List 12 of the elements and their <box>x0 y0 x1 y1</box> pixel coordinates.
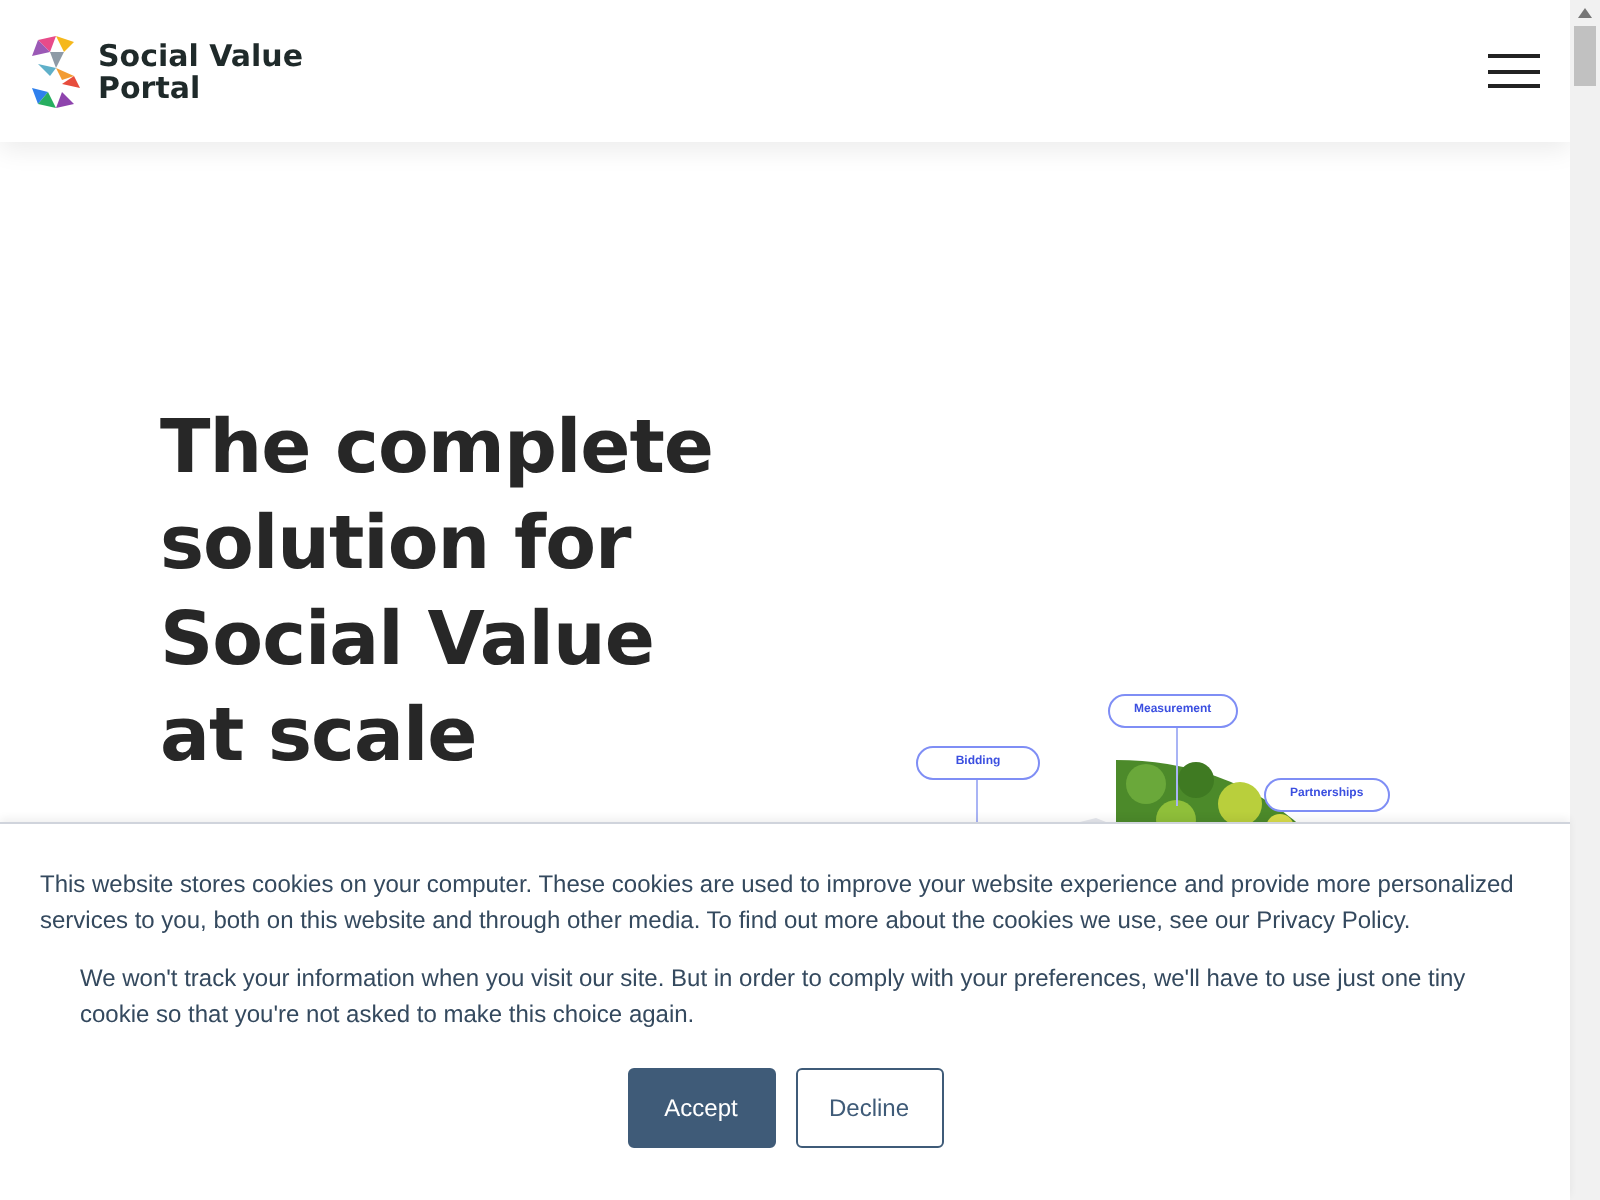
scrollbar[interactable] <box>1570 0 1600 1200</box>
logo-icon <box>30 35 82 107</box>
menu-icon[interactable] <box>1488 54 1540 88</box>
accept-button[interactable]: Accept <box>627 1068 775 1148</box>
hero-heading: The complete solution for Social Value at scale <box>160 402 716 782</box>
logo-text[interactable]: Social Value Portal <box>98 39 304 103</box>
cookie-message: This website stores cookies on your computer. These cookies are used to improve your website experience and provide more personalized services to you, both on this website and through other media. To find out more about the cookies we use, see our Privacy Policy. <box>40 868 1516 938</box>
scroll-up-icon[interactable] <box>1578 8 1592 18</box>
decline-button[interactable]: Decline <box>795 1068 943 1148</box>
scroll-thumb[interactable] <box>1574 26 1596 86</box>
cookie-note: We won't track your information when you visit our site. But in order to comply with your preferences, we'll have to use just one tiny cookie so that you're not asked to make this choice again. <box>78 962 1468 1032</box>
connector-line <box>1176 726 1178 806</box>
